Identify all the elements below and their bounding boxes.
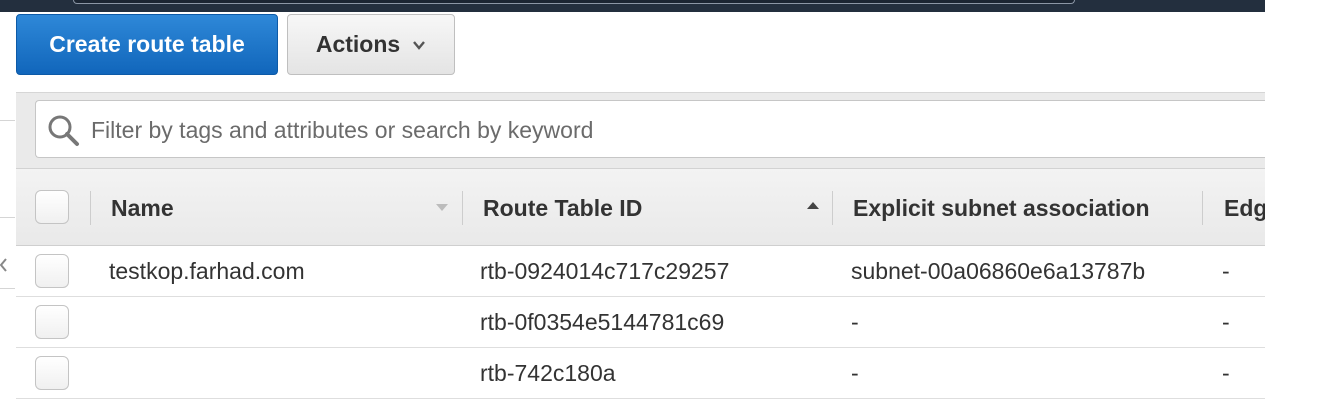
cell-explicit-subnet-association: - <box>851 359 859 386</box>
chevron-left-icon <box>0 258 7 272</box>
sidebar-divider <box>0 288 15 289</box>
sidebar-collapse-handle[interactable] <box>0 251 7 279</box>
table-header: Name Route Table ID Explicit subnet asso… <box>16 168 1265 246</box>
sort-descending-icon[interactable] <box>436 204 448 211</box>
viewport-margin <box>1265 0 1339 412</box>
column-separator <box>90 191 91 225</box>
column-separator <box>462 191 463 225</box>
cell-edge: - <box>1222 308 1230 335</box>
cell-edge: - <box>1222 257 1230 284</box>
row-select-checkbox[interactable] <box>35 254 69 288</box>
column-header-edge-label: Edg <box>1224 194 1265 221</box>
chevron-down-icon <box>413 40 426 50</box>
cell-edge: - <box>1222 359 1230 386</box>
column-header-route-table-id-label: Route Table ID <box>483 194 643 221</box>
cell-route-table-id: rtb-742c180a <box>480 359 616 386</box>
select-all-checkbox[interactable] <box>35 190 69 224</box>
column-separator <box>832 191 833 225</box>
sidebar-divider <box>0 120 15 121</box>
cell-explicit-subnet-association: subnet-00a06860e6a13787b <box>851 257 1146 284</box>
table-row[interactable]: rtb-742c180a - - <box>16 348 1265 399</box>
cell-route-table-id: rtb-0f0354e5144781c69 <box>480 308 725 335</box>
sort-ascending-icon[interactable] <box>807 202 819 209</box>
create-route-table-button[interactable]: Create route table <box>16 14 278 75</box>
cell-explicit-subnet-association: - <box>851 308 859 335</box>
global-search-bar-edge[interactable] <box>73 0 1075 4</box>
column-header-name-label: Name <box>111 194 174 221</box>
sidebar-divider <box>0 217 15 218</box>
cell-route-table-id: rtb-0924014c717c29257 <box>480 257 730 284</box>
column-header-edge[interactable]: Edg <box>1224 169 1265 247</box>
filter-input[interactable] <box>91 111 1251 149</box>
actions-dropdown-button[interactable]: Actions <box>287 14 455 75</box>
table-row[interactable]: testkop.farhad.com rtb-0924014c717c29257… <box>16 246 1265 297</box>
top-navigation-bar <box>0 0 1265 12</box>
column-header-route-table-id[interactable]: Route Table ID <box>483 169 642 247</box>
column-header-name[interactable]: Name <box>111 169 174 247</box>
left-sidebar-edge <box>0 12 16 412</box>
search-icon <box>48 115 79 146</box>
row-select-checkbox[interactable] <box>35 356 69 390</box>
actions-label: Actions <box>315 31 401 57</box>
column-separator <box>1202 191 1203 225</box>
filter-field[interactable] <box>35 100 1265 158</box>
cell-name: testkop.farhad.com <box>109 257 305 284</box>
column-header-explicit-subnet-association-label: Explicit subnet association <box>853 194 1150 221</box>
row-select-checkbox[interactable] <box>35 305 69 339</box>
column-header-explicit-subnet-association[interactable]: Explicit subnet association <box>853 169 1185 247</box>
create-route-table-label: Create route table <box>49 31 245 57</box>
table-row[interactable]: rtb-0f0354e5144781c69 - - <box>16 297 1265 348</box>
